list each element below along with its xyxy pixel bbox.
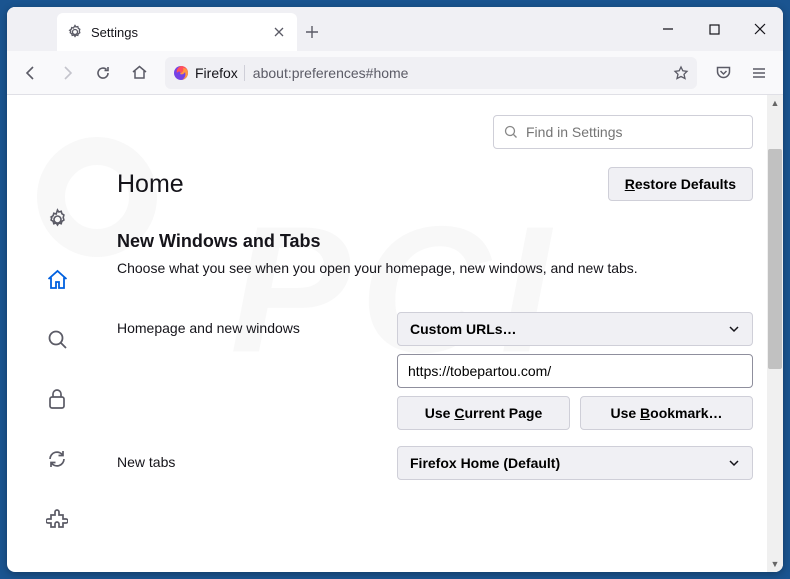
sidebar-general-icon[interactable] [43,205,71,233]
chevron-down-icon [728,323,740,335]
bookmark-icon[interactable] [673,65,689,81]
url-prefix: Firefox [195,65,238,81]
home-button[interactable] [123,57,155,89]
main-content: Home Restore Defaults New Windows and Ta… [107,95,783,572]
scroll-up-icon[interactable]: ▲ [767,95,783,111]
browser-tab[interactable]: Settings [57,13,297,51]
reload-button[interactable] [87,57,119,89]
settings-search-input[interactable] [526,124,742,140]
use-bookmark-button[interactable]: Use Bookmark… [580,396,753,430]
homepage-url-input[interactable] [397,354,753,388]
gear-icon [67,24,83,40]
use-current-page-button[interactable]: Use Current Page [397,396,570,430]
minimize-button[interactable] [645,7,691,51]
sidebar-sync-icon[interactable] [43,445,71,473]
scroll-thumb[interactable] [768,149,782,369]
maximize-button[interactable] [691,7,737,51]
page-title: Home [117,170,184,199]
chevron-down-icon [728,457,740,469]
sidebar-home-icon[interactable] [43,265,71,293]
firefox-icon [173,65,189,81]
tab-title: Settings [91,25,271,40]
sidebar-search-icon[interactable] [43,325,71,353]
sidebar-privacy-icon[interactable] [43,385,71,413]
titlebar: Settings [7,7,783,51]
forward-button[interactable] [51,57,83,89]
section-title: New Windows and Tabs [117,231,753,252]
pocket-icon[interactable] [707,57,739,89]
url-path: about:preferences#home [253,65,673,81]
close-window-button[interactable] [737,7,783,51]
newtabs-dropdown[interactable]: Firefox Home (Default) [397,446,753,480]
newtabs-label: New tabs [117,446,377,470]
scrollbar[interactable]: ▲ ▼ [767,95,783,572]
sidebar-extensions-icon[interactable] [43,505,71,533]
menu-icon[interactable] [743,57,775,89]
url-bar[interactable]: Firefox about:preferences#home [165,57,697,89]
section-subtitle: Choose what you see when you open your h… [117,260,753,276]
homepage-label: Homepage and new windows [117,312,377,336]
toolbar: Firefox about:preferences#home [7,51,783,95]
settings-search[interactable] [493,115,753,149]
restore-defaults-button[interactable]: Restore Defaults [608,167,753,201]
homepage-dropdown[interactable]: Custom URLs… [397,312,753,346]
back-button[interactable] [15,57,47,89]
new-tab-button[interactable] [297,13,327,51]
scroll-down-icon[interactable]: ▼ [767,556,783,572]
sidebar [7,95,107,572]
close-icon[interactable] [271,24,287,40]
